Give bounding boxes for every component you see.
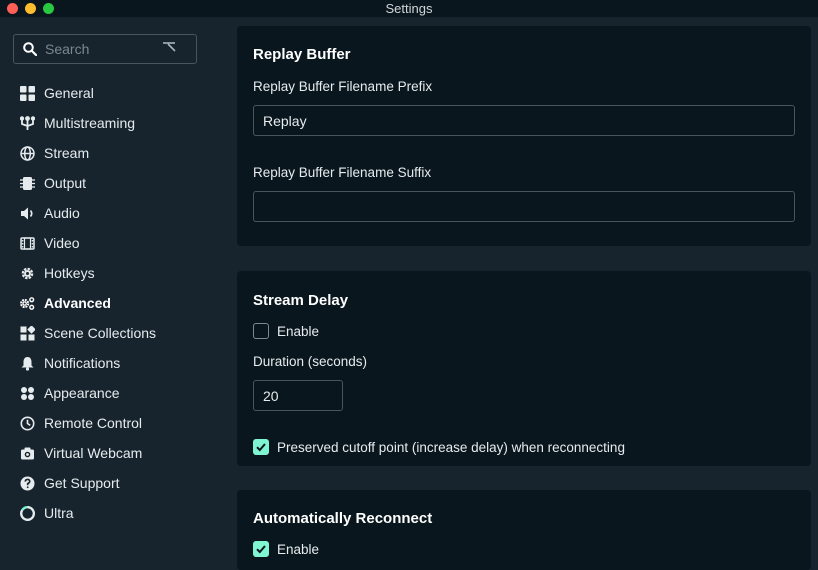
search-box[interactable] [13, 34, 197, 64]
sidebar-item-get-support[interactable]: Get Support [0, 468, 220, 498]
film-icon [19, 235, 35, 251]
window-controls [7, 3, 54, 14]
replay-suffix-input[interactable] [253, 191, 795, 222]
section-title: Replay Buffer [253, 46, 351, 63]
suffix-label: Replay Buffer Filename Suffix [253, 165, 432, 180]
title-bar: Settings [0, 0, 818, 17]
sidebar-item-label: Ultra [44, 505, 74, 521]
auto-reconnect-section: Automatically Reconnect Enable [237, 490, 811, 570]
clear-search-icon[interactable] [162, 42, 176, 56]
ultra-icon [19, 505, 35, 521]
replay-buffer-section: Replay Buffer Replay Buffer Filename Pre… [237, 26, 811, 246]
close-window-button[interactable] [7, 3, 18, 14]
camera-icon [19, 445, 35, 461]
speaker-icon [19, 205, 35, 221]
duration-input[interactable] [253, 380, 343, 411]
sidebar-item-stream[interactable]: Stream [0, 138, 220, 168]
sidebar-item-label: Hotkeys [44, 265, 95, 281]
sidebar-item-hotkeys[interactable]: Hotkeys [0, 258, 220, 288]
sidebar-item-label: Remote Control [44, 415, 143, 431]
sidebar-item-audio[interactable]: Audio [0, 198, 220, 228]
sidebar-item-ultra[interactable]: Ultra [0, 498, 220, 528]
sidebar-item-multistreaming[interactable]: Multistreaming [0, 108, 220, 138]
stream-delay-enable-checkbox[interactable]: Enable [253, 323, 319, 339]
sidebar-item-appearance[interactable]: Appearance [0, 378, 220, 408]
multistream-icon [19, 115, 35, 131]
settings-nav: General Multistreaming Stream Output Aud… [0, 78, 220, 528]
checkbox-label: Enable [277, 323, 320, 339]
prefix-label: Replay Buffer Filename Prefix [253, 79, 433, 94]
sidebar-item-notifications[interactable]: Notifications [0, 348, 220, 378]
collection-icon [19, 325, 35, 341]
sidebar-item-label: Audio [44, 205, 80, 221]
sidebar-item-label: Scene Collections [44, 325, 157, 341]
zoom-window-button[interactable] [43, 3, 54, 14]
sidebar-item-label: Stream [44, 145, 90, 161]
remote-icon [19, 415, 35, 431]
section-title: Stream Delay [253, 292, 349, 309]
checkbox-label: Enable [277, 541, 320, 557]
duration-label: Duration (seconds) [253, 354, 368, 369]
sidebar-item-label: General [44, 85, 94, 101]
cogs-icon [19, 295, 35, 311]
checkmark-icon [256, 443, 266, 452]
sidebar: General Multistreaming Stream Output Aud… [0, 17, 220, 553]
sidebar-item-label: Notifications [44, 355, 121, 371]
minimize-window-button[interactable] [25, 3, 36, 14]
sidebar-item-video[interactable]: Video [0, 228, 220, 258]
checkmark-icon [256, 545, 266, 554]
sidebar-item-label: Get Support [44, 475, 120, 491]
replay-prefix-input[interactable] [253, 105, 795, 136]
settings-content: Replay Buffer Replay Buffer Filename Pre… [220, 17, 818, 570]
sidebar-item-remote-control[interactable]: Remote Control [0, 408, 220, 438]
chip-icon [19, 175, 35, 191]
sidebar-item-label: Virtual Webcam [44, 445, 143, 461]
grid-icon [19, 85, 35, 101]
gear-icon [19, 265, 35, 281]
checkbox-checked-icon[interactable] [253, 439, 269, 455]
sidebar-item-label: Video [44, 235, 80, 251]
auto-reconnect-enable-checkbox[interactable]: Enable [253, 541, 319, 557]
window-title: Settings [385, 1, 433, 16]
bell-icon [19, 355, 35, 371]
preserve-cutoff-checkbox[interactable]: Preserved cutoff point (increase delay) … [253, 439, 625, 455]
search-icon [23, 42, 37, 56]
sidebar-item-label: Advanced [44, 295, 111, 311]
sidebar-item-advanced[interactable]: Advanced [0, 288, 220, 318]
sidebar-item-general[interactable]: General [0, 78, 220, 108]
stream-delay-section: Stream Delay Enable Duration (seconds) P… [237, 271, 811, 466]
sidebar-item-label: Multistreaming [44, 115, 136, 131]
globe-icon [19, 145, 35, 161]
sidebar-item-output[interactable]: Output [0, 168, 220, 198]
search-input[interactable] [45, 41, 155, 57]
sidebar-item-label: Output [44, 175, 87, 191]
sidebar-item-label: Appearance [44, 385, 120, 401]
checkbox-label: Preserved cutoff point (increase delay) … [277, 439, 625, 455]
sidebar-item-scene-collections[interactable]: Scene Collections [0, 318, 220, 348]
checkbox-unchecked-icon[interactable] [253, 323, 269, 339]
help-icon [19, 475, 35, 491]
palette-icon [19, 385, 35, 401]
sidebar-item-virtual-webcam[interactable]: Virtual Webcam [0, 438, 220, 468]
checkbox-checked-icon[interactable] [253, 541, 269, 557]
section-title: Automatically Reconnect [253, 510, 433, 527]
